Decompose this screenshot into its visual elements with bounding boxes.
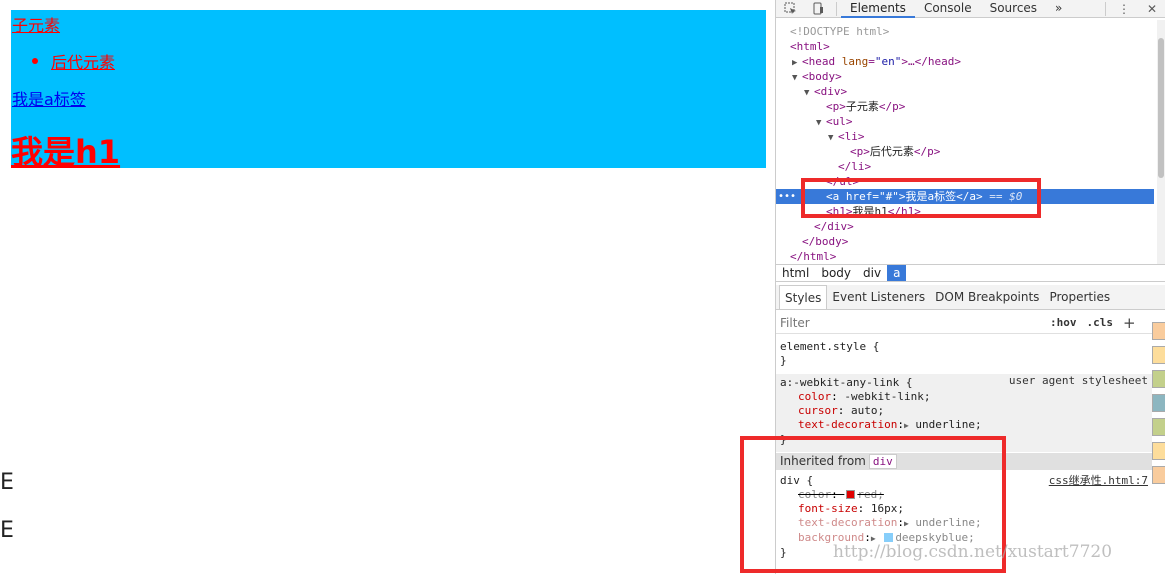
child-paragraph: 子元素 [12,16,61,35]
dom-node-div[interactable]: ▼ <div> [776,84,1154,99]
padding-indicator [1152,370,1165,388]
devtools-toolbar: Elements Console Sources » ⋮ ✕ [776,0,1165,18]
border-indicator [1152,442,1165,460]
margin-indicator [1152,322,1165,340]
descendant-paragraph: 后代元素 [51,53,116,72]
highlight-box-a-node [801,178,1041,218]
content-indicator [1152,394,1165,412]
li-p-text: 后代元素 [869,145,914,158]
ua-prop-text-decoration: text-decoration:▶ underline; [798,418,982,431]
class-toggle-button[interactable]: .cls [1087,316,1114,329]
tab-dom-breakpoints[interactable]: DOM Breakpoints [930,285,1044,309]
device-toolbar-icon[interactable] [804,0,832,18]
bullet-icon [32,58,38,64]
breadcrumb-html[interactable]: html [776,265,815,281]
node-actions-icon[interactable]: ••• [778,189,796,204]
dom-node-html-close[interactable]: </html> [776,249,1154,264]
tab-styles[interactable]: Styles [779,285,828,309]
div-rule-source-link[interactable]: css继承性.html:7 [1049,474,1148,488]
tab-elements[interactable]: Elements [841,0,915,18]
dom-node-li[interactable]: ▼ <li> [776,129,1154,144]
element-style-selector: element.style { [780,340,880,353]
margin-indicator [1152,466,1165,484]
more-tabs-icon[interactable]: » [1046,0,1071,18]
styles-filter-input[interactable] [780,315,1040,330]
descendant-list-item: 后代元素 [32,49,115,73]
body-open-tag: <body> [802,70,842,83]
dom-node-html[interactable]: <html> [776,39,1154,54]
rule-close-brace: } [780,354,787,367]
head-rest: >…</head> [901,55,961,68]
ua-prop-cursor: cursor: auto; [798,404,885,417]
hover-state-button[interactable]: :hov [1050,316,1077,329]
new-rule-plus-icon[interactable]: + [1123,314,1136,332]
dom-node-ul[interactable]: ▼ <ul> [776,114,1154,129]
border-indicator [1152,346,1165,364]
watermark: http://blog.csdn.net/xustart7720 [833,542,1113,562]
tab-properties[interactable]: Properties [1044,285,1115,309]
padding-indicator [1152,418,1165,436]
dom-tree: <!DOCTYPE html> <html> ▶ <head lang="en">… [776,22,1154,264]
ua-prop-color: color: -webkit-link; [798,390,931,403]
rendered-page: 子元素 后代元素 我是a标签 我是h1 E E [0,0,775,574]
div-open-tag: <div> [814,85,848,98]
dom-node-p[interactable]: <p>子元素</p> [776,99,1154,114]
dom-node-doctype[interactable]: <!DOCTYPE html> [776,24,1154,39]
element-style-rule[interactable]: element.style { } [776,340,1152,368]
inspect-element-icon[interactable] [776,0,804,18]
heading-h1: 我是h1 [11,133,121,171]
box-model-strip [1152,312,1165,574]
dom-node-li-p[interactable]: <p>后代元素</p> [776,144,1154,159]
div-close-tag: </div> [814,220,854,233]
head-tag-name: head [808,55,836,68]
tab-sources[interactable]: Sources [981,0,1046,18]
ul-open-tag: <ul> [826,115,853,128]
anchor-link[interactable]: 我是a标签 [12,86,86,110]
scrollbar-thumb[interactable] [1158,38,1164,178]
tab-console[interactable]: Console [915,0,981,18]
kebab-menu-icon[interactable]: ⋮ [1110,0,1138,18]
dom-tree-scrollbar[interactable] [1157,20,1165,264]
head-attr-value: "en" [874,55,902,68]
html-open-tag: <html> [790,40,830,53]
dom-node-body[interactable]: ▼ <body> [776,69,1154,84]
dom-node-li-close[interactable]: </li> [776,159,1154,174]
dom-node-body-close[interactable]: </body> [776,234,1154,249]
expand-arrow-icon[interactable]: ▶ [904,421,909,430]
toolbar-divider [836,1,837,16]
html-close-tag: </html> [790,250,837,263]
breadcrumb-body[interactable]: body [815,265,857,281]
li-close-tag: </li> [838,160,872,173]
body-close-tag: </body> [802,235,849,248]
doctype-text: <!DOCTYPE html> [790,25,890,38]
close-icon[interactable]: ✕ [1138,0,1165,18]
dom-node-head[interactable]: ▶ <head lang="en">…</head> [776,54,1154,69]
toolbar-divider [1105,1,1106,16]
demo-div-box: 子元素 后代元素 我是a标签 我是h1 [11,10,766,171]
p-text: 子元素 [845,100,879,113]
head-attr-name: lang [841,55,869,68]
cut-off-text-fragment: E [0,518,14,543]
sidebar-tabs: Styles Event Listeners DOM Breakpoints P… [776,285,1165,310]
ua-rule-source: user agent stylesheet [1008,374,1148,387]
tab-event-listeners[interactable]: Event Listeners [827,285,930,309]
cut-off-text-fragment: E [0,470,14,495]
breadcrumb: html body div a [776,264,1165,282]
breadcrumb-a[interactable]: a [887,265,907,281]
dom-node-div-close[interactable]: </div> [776,219,1154,234]
breadcrumb-div[interactable]: div [857,265,887,281]
styles-filter-bar: :hov .cls + [776,312,1152,334]
li-open-tag: <li> [838,130,865,143]
